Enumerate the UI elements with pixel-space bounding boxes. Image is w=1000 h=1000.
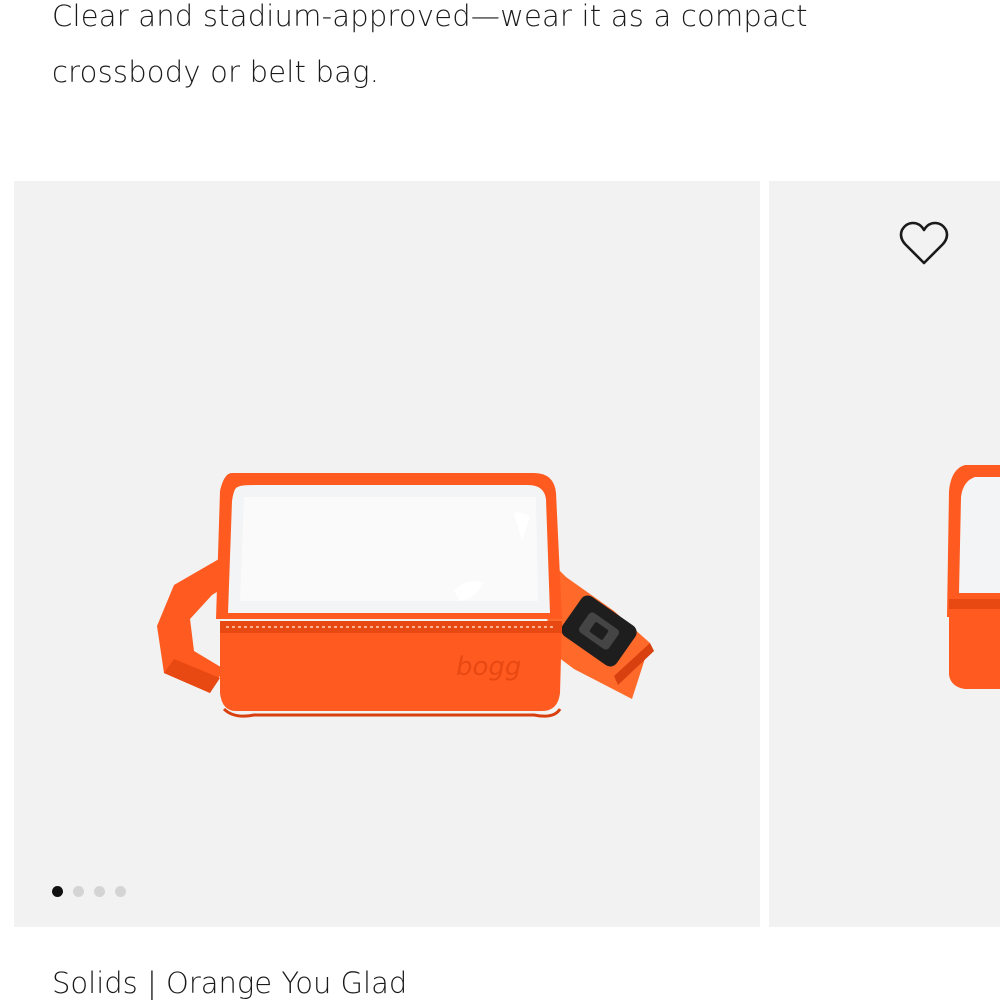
brand-mark: bogg: [456, 652, 521, 682]
carousel-dot-1[interactable]: [52, 886, 63, 897]
next-product-image-slide[interactable]: [769, 181, 1000, 927]
product-page: Clear and stadium-approved—wear it as a …: [0, 0, 1000, 1000]
product-title[interactable]: Solids | Orange You Glad: [52, 966, 407, 1000]
product-image: bogg: [157, 473, 654, 718]
carousel-dot-4[interactable]: [115, 886, 126, 897]
product-image-carousel[interactable]: bogg: [14, 181, 1000, 927]
wishlist-heart-icon[interactable]: [899, 221, 949, 267]
product-image: [947, 465, 1000, 689]
carousel-dot-2[interactable]: [73, 886, 84, 897]
carousel-pagination: [52, 886, 126, 897]
carousel-dot-3[interactable]: [94, 886, 105, 897]
product-image-slide[interactable]: bogg: [14, 181, 760, 927]
product-description: Clear and stadium-approved—wear it as a …: [52, 0, 808, 89]
